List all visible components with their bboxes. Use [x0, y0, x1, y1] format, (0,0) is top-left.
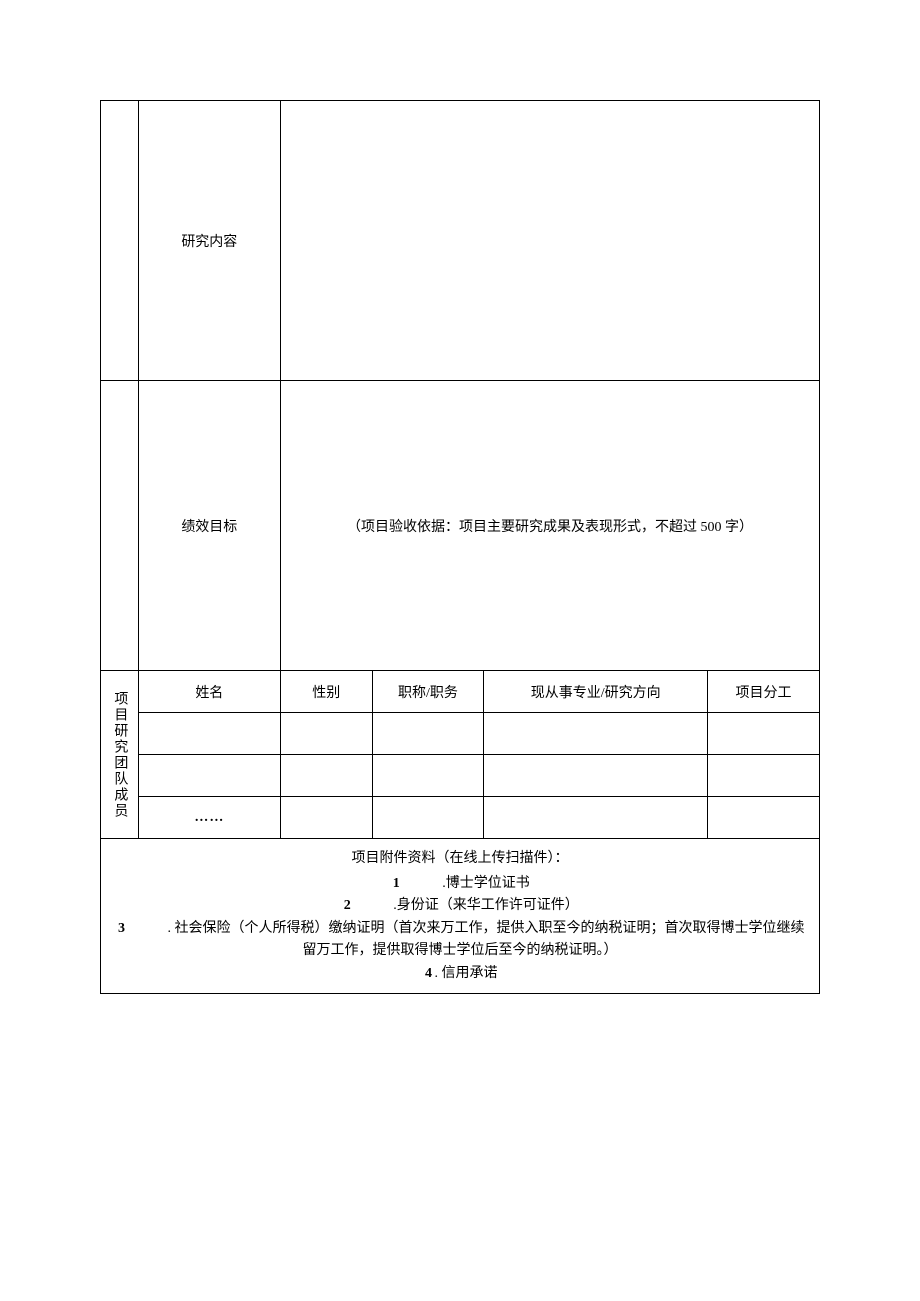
col-header-gender: 性别	[281, 671, 373, 713]
col-header-title: 职称/职务	[372, 671, 484, 713]
col-header-role: 项目分工	[708, 671, 820, 713]
cell-gender	[281, 797, 373, 839]
attachment-item: 3 . 社会保险（个人所得税）缴纳证明（首次来万工作，提供入职至今的纳税证明；首次…	[109, 918, 811, 963]
performance-goal-label: 绩效目标	[138, 381, 280, 671]
team-row	[101, 713, 820, 755]
attachment-text: . 社会保险（个人所得税）缴纳证明（首次来万工作，提供入职至今的纳税证明；首次取…	[168, 921, 805, 958]
attachments-row: 项目附件资料（在线上传扫描件）： 1 .博士学位证书 2 .身份证（来华工作许可证件…	[101, 839, 820, 994]
col-header-field: 现从事专业/研究方向	[484, 671, 708, 713]
row-group-spacer	[101, 101, 139, 381]
cell-name-ellipsis: ……	[138, 797, 280, 839]
attachment-num: 1	[390, 873, 402, 895]
cell-gender	[281, 713, 373, 755]
team-row	[101, 755, 820, 797]
research-content-value	[281, 101, 820, 381]
cell-role	[708, 755, 820, 797]
cell-role	[708, 713, 820, 755]
attachment-text: .博士学位证书	[442, 876, 530, 891]
cell-gender	[281, 755, 373, 797]
cell-title	[372, 797, 484, 839]
attachments-cell: 项目附件资料（在线上传扫描件）： 1 .博士学位证书 2 .身份证（来华工作许可证件…	[101, 839, 820, 994]
attachment-item: 1 .博士学位证书	[109, 873, 811, 895]
team-row: ……	[101, 797, 820, 839]
attachment-text: .身份证（来华工作许可证件）	[393, 898, 579, 913]
cell-name	[138, 755, 280, 797]
attachment-num: 3	[116, 918, 128, 940]
form-table: 研究内容 绩效目标 （项目验收依据：项目主要研究成果及表现形式，不超过 500 …	[100, 100, 820, 994]
table-row: 研究内容	[101, 101, 820, 381]
attachment-item: 4. 信用承诺	[109, 963, 811, 985]
team-group-label: 项目研究团队成员	[101, 671, 139, 839]
cell-title	[372, 713, 484, 755]
cell-role	[708, 797, 820, 839]
cell-field	[484, 713, 708, 755]
cell-name	[138, 713, 280, 755]
cell-field	[484, 797, 708, 839]
attachments-title: 项目附件资料（在线上传扫描件）：	[109, 847, 811, 867]
attachment-num: 2	[341, 895, 353, 917]
cell-field	[484, 755, 708, 797]
cell-title	[372, 755, 484, 797]
col-header-name: 姓名	[138, 671, 280, 713]
team-header-row: 项目研究团队成员 姓名 性别 职称/职务 现从事专业/研究方向 项目分工	[101, 671, 820, 713]
attachment-text: . 信用承诺	[435, 966, 498, 981]
performance-goal-note: （项目验收依据：项目主要研究成果及表现形式，不超过 500 字）	[281, 381, 820, 671]
research-content-label: 研究内容	[138, 101, 280, 381]
row-group-spacer	[101, 381, 139, 671]
table-row: 绩效目标 （项目验收依据：项目主要研究成果及表现形式，不超过 500 字）	[101, 381, 820, 671]
attachment-num: 4	[423, 963, 435, 985]
attachment-item: 2 .身份证（来华工作许可证件）	[109, 895, 811, 917]
